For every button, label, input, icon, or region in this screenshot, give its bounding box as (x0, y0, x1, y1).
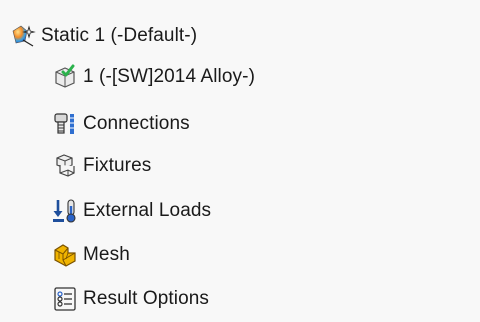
tree-node-connections[interactable]: Connections (52, 106, 190, 142)
tree-node-fixtures[interactable]: Fixtures (52, 148, 151, 184)
study-tree: Static 1 (-Default-) 1 (-[SW]2014 Alloy-… (0, 0, 480, 322)
external-loads-icon (52, 198, 78, 224)
tree-node-label: Fixtures (83, 155, 152, 176)
tree-node-label: External Loads (83, 200, 212, 221)
tree-node-result-options[interactable]: Result Options (52, 281, 209, 317)
static-study-icon (10, 23, 36, 49)
tree-node-label: 1 (-[SW]2014 Alloy-) (83, 66, 255, 87)
tree-node-label: Result Options (83, 288, 210, 309)
tree-node-mesh[interactable]: Mesh (52, 237, 130, 273)
tree-node-part[interactable]: 1 (-[SW]2014 Alloy-) (52, 59, 255, 95)
result-options-icon (52, 286, 78, 312)
tree-node-external-loads[interactable]: External Loads (52, 193, 211, 229)
tree-node-static-study[interactable]: Static 1 (-Default-) (10, 18, 197, 54)
part-material-check-icon (52, 64, 78, 90)
fixtures-icon (52, 153, 78, 179)
connections-bolt-icon (52, 111, 78, 137)
tree-node-label: Mesh (83, 244, 130, 265)
tree-node-label: Connections (83, 113, 190, 134)
mesh-icon (52, 242, 78, 268)
tree-node-label: Static 1 (-Default-) (41, 25, 198, 46)
